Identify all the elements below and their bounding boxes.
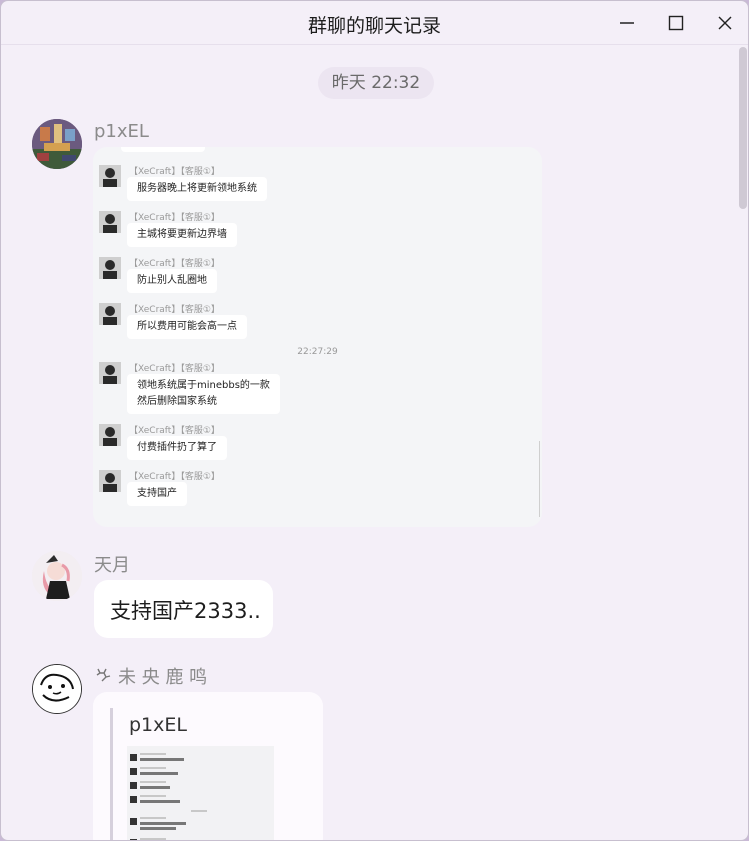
avatar-sketch-icon — [33, 665, 81, 713]
avatar[interactable] — [32, 119, 82, 169]
message-bubble: 付费插件扔了算了 — [127, 436, 227, 460]
message-bubble: 防止别人乱圈地 — [127, 269, 217, 293]
avatar — [99, 303, 121, 325]
avatar — [99, 424, 121, 446]
avatar — [99, 257, 121, 279]
message-line: 领地系统属于minebbs的一款 — [137, 380, 270, 391]
avatar-anime-girl-icon — [32, 551, 82, 601]
avatar — [99, 470, 121, 492]
date-badge: 昨天 22:32 — [318, 67, 434, 99]
thumbnail-of-forwarded-chat[interactable] — [127, 746, 274, 840]
message-bubble: 服务器晚上将更新领地系统 — [127, 177, 267, 201]
avatar — [99, 362, 121, 384]
deer-icon — [96, 668, 111, 682]
avatar[interactable] — [32, 551, 82, 601]
quoted-forward-card[interactable]: p1xEL — [93, 692, 323, 840]
title-bar: 群聊的聊天记录 — [1, 1, 748, 45]
avatar-icon — [99, 424, 121, 446]
quote-bar — [110, 708, 113, 840]
message-bubble: 领地系统属于minebbs的一款 然后删除国家系统 — [127, 374, 280, 414]
avatar-icon — [99, 362, 121, 384]
maximize-button[interactable] — [652, 1, 700, 45]
message-bubble: 支持国产2333.. — [94, 580, 273, 638]
message-bubble: 所以费用可能会高一点 — [127, 315, 247, 339]
avatar-icon — [99, 211, 121, 233]
sender-name-row: 未 央 鹿 鸣 — [94, 663, 207, 689]
chat-history-window: 群聊的聊天记录 昨天 22:32 p1xEL 【XeCraft】【客服①】 服务… — [0, 0, 749, 841]
inner-scrollbar[interactable] — [539, 441, 540, 517]
maximize-icon — [668, 15, 684, 31]
avatar — [99, 211, 121, 233]
time-divider: 22:27:29 — [297, 347, 338, 357]
close-icon — [718, 16, 732, 30]
sender-name: 未 央 鹿 鸣 — [118, 667, 208, 688]
member-name: 【XeCraft】【客服①】 — [129, 426, 220, 436]
member-name: 【XeCraft】【客服①】 — [129, 213, 220, 223]
sender-name: 天月 — [94, 555, 130, 576]
close-button[interactable] — [701, 1, 748, 45]
scrollbar[interactable] — [739, 47, 747, 209]
avatar[interactable] — [32, 664, 82, 714]
message-bubble: 主城将要更新边界墙 — [127, 223, 237, 247]
avatar-icon — [99, 257, 121, 279]
avatar-icon — [99, 303, 121, 325]
avatar-icon — [99, 165, 121, 187]
member-name: 【XeCraft】【客服①】 — [129, 167, 220, 177]
forwarded-chat-card[interactable]: 【XeCraft】【客服①】 服务器晚上将更新领地系统 【XeCraft】【客服… — [93, 147, 542, 527]
member-name: 【XeCraft】【客服①】 — [129, 305, 220, 315]
scrolled-fragment — [121, 147, 205, 152]
member-name: 【XeCraft】【客服①】 — [129, 364, 220, 374]
minimize-button[interactable] — [603, 1, 651, 45]
avatar-pixel-art-icon — [32, 119, 82, 169]
quote-name: p1xEL — [129, 714, 187, 736]
avatar — [99, 165, 121, 187]
sender-name: p1xEL — [94, 121, 149, 142]
message-line: 然后删除国家系统 — [137, 396, 217, 407]
message-bubble: 支持国产 — [127, 482, 187, 506]
avatar-icon — [99, 470, 121, 492]
member-name: 【XeCraft】【客服①】 — [129, 472, 220, 482]
minimize-icon — [620, 22, 634, 24]
member-name: 【XeCraft】【客服①】 — [129, 259, 220, 269]
